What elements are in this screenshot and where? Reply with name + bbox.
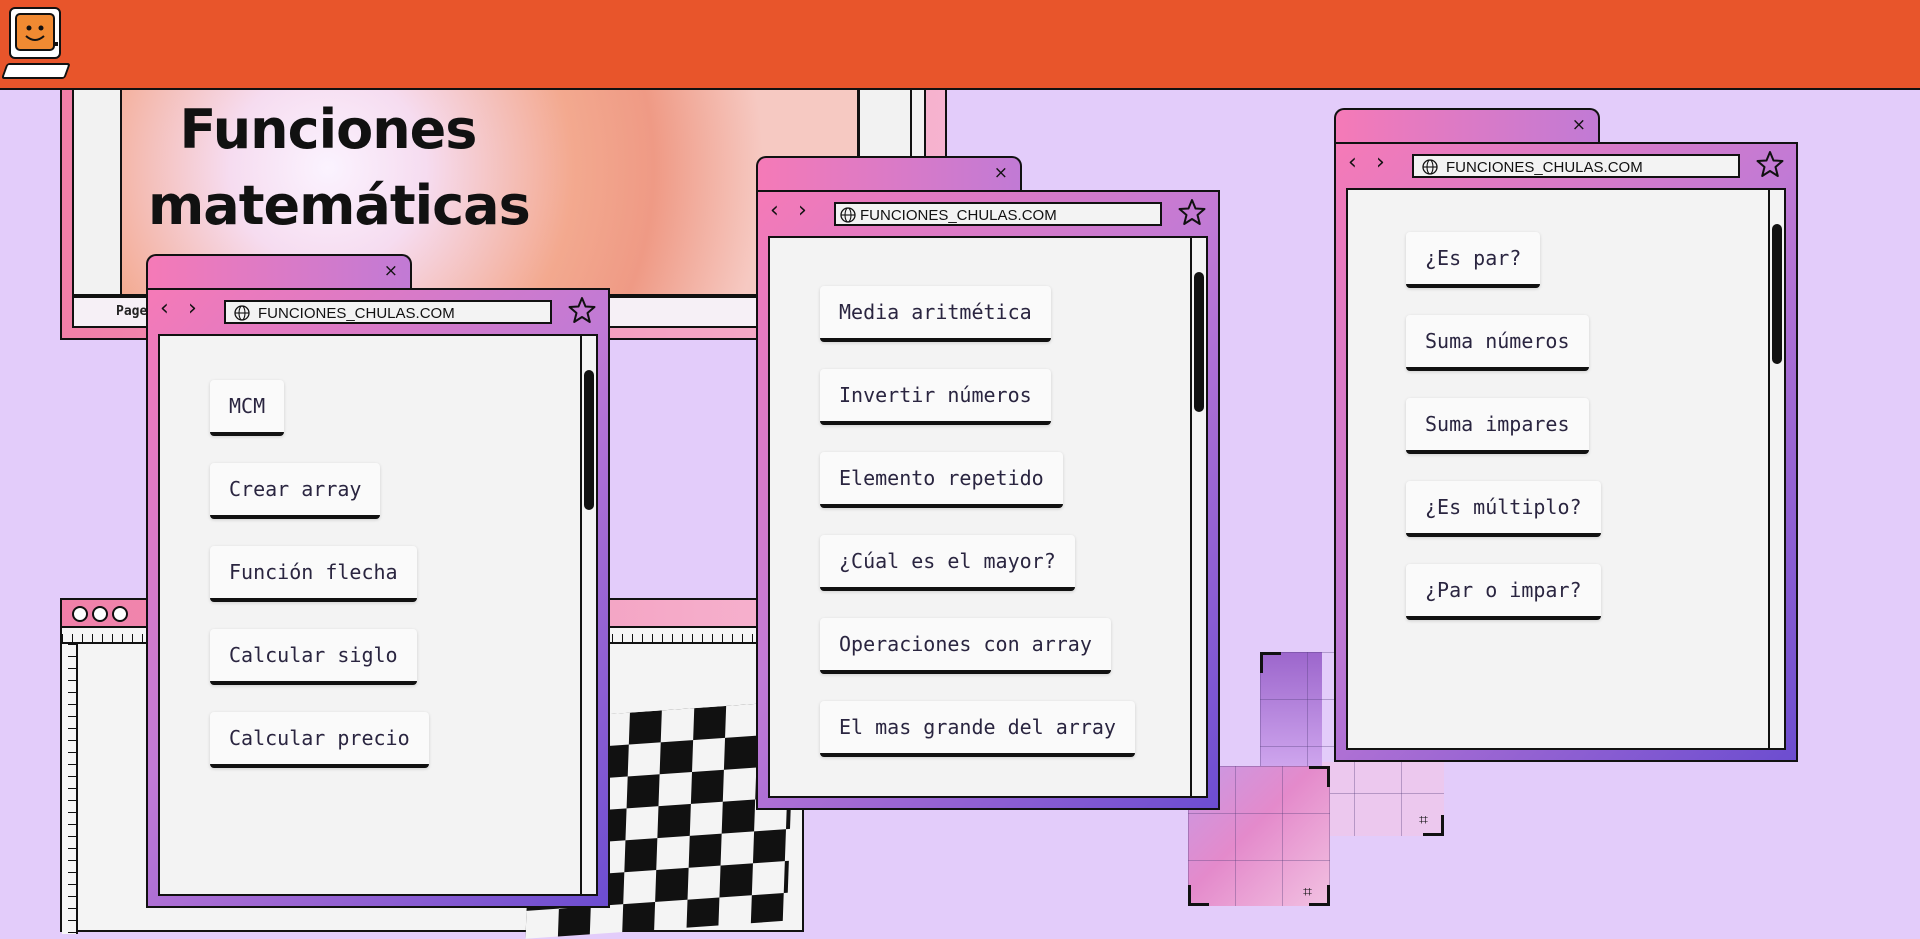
close-icon[interactable]: × [1572,115,1586,135]
chevron-right-icon[interactable]: › [1376,152,1385,174]
address-bar[interactable]: FUNCIONES_CHULAS.COM [224,300,552,324]
address-bar[interactable]: FUNCIONES_CHULAS.COM [1412,154,1740,178]
star-icon[interactable] [1756,150,1784,178]
function-button[interactable]: Invertir números [820,369,1051,425]
page-title-line: matemáticas [148,174,531,237]
window-frame: ‹ › FUNCIONES_CHULAS.COM MCM Crear array… [146,288,610,908]
crop-icon[interactable]: ⌗ [1419,810,1428,830]
function-button[interactable]: ¿Es múltiplo? [1406,481,1601,537]
scrollbar[interactable] [1190,238,1206,796]
window-content: MCM Crear array Función flecha Calcular … [158,334,598,896]
scrollbar[interactable] [1768,190,1784,748]
function-button[interactable]: Función flecha [210,546,417,602]
page-label: Page [116,304,148,319]
scrollbar-thumb[interactable] [584,370,594,510]
crop-corner[interactable] [1260,652,1281,673]
browser-window-2: × ‹ › FUNCIONES_CHULAS.COM Media aritmét… [756,156,1220,810]
window-tab: × [756,156,1022,194]
function-button[interactable]: MCM [210,380,285,436]
function-button[interactable]: Elemento repetido [820,452,1063,508]
function-button[interactable]: Crear array [210,463,381,519]
url-text: FUNCIONES_CHULAS.COM [860,207,1057,224]
window-tab: × [1334,108,1600,146]
window-dot-icon [112,606,128,622]
window-frame: ‹ › FUNCIONES_CHULAS.COM ¿Es par? Suma n… [1334,142,1798,762]
function-button[interactable]: Suma impares [1406,398,1589,454]
function-button[interactable]: El mas grande del array [820,701,1135,757]
close-icon[interactable]: × [384,261,398,281]
window-content: Media aritmética Invertir números Elemen… [768,236,1208,798]
function-button[interactable]: Media aritmética [820,286,1051,342]
chevron-right-icon[interactable]: › [798,200,807,222]
scrollbar[interactable] [580,336,596,894]
address-bar[interactable]: FUNCIONES_CHULAS.COM [834,202,1162,226]
browser-nav-bar: ‹ › FUNCIONES_CHULAS.COM [156,296,600,326]
globe-icon [1422,159,1438,175]
crop-corner[interactable] [1188,885,1209,906]
crop-corner[interactable] [1309,766,1330,787]
function-button[interactable]: ¿Es par? [1406,232,1541,288]
window-dot-icon [92,606,108,622]
url-text: FUNCIONES_CHULAS.COM [258,305,455,322]
function-button[interactable]: Operaciones con array [820,618,1111,674]
function-button[interactable]: Calcular siglo [210,629,417,685]
chevron-left-icon[interactable]: ‹ [160,298,169,320]
function-button[interactable]: Suma números [1406,315,1589,371]
browser-nav-bar: ‹ › FUNCIONES_CHULAS.COM [766,198,1210,228]
window-frame: ‹ › FUNCIONES_CHULAS.COM Media aritmétic… [756,190,1220,810]
function-button[interactable]: ¿Cúal es el mayor? [820,535,1075,591]
chevron-left-icon[interactable]: ‹ [770,200,779,222]
window-tab: × [146,254,412,292]
page-title-line: Funciones [179,98,478,161]
window-content: ¿Es par? Suma números Suma impares ¿Es m… [1346,188,1786,750]
page-title: Funciones matemáticas [148,92,531,244]
url-text: FUNCIONES_CHULAS.COM [1446,159,1643,176]
top-bar [0,0,1920,90]
globe-icon [840,207,856,223]
star-icon[interactable] [568,296,596,324]
globe-icon [234,305,250,321]
retro-computer-smiley-icon[interactable] [2,2,76,80]
scrollbar-thumb[interactable] [1772,224,1782,364]
star-icon[interactable] [1178,198,1206,226]
crop-icon[interactable]: ⌗ [1303,882,1312,902]
window-dot-icon [72,606,88,622]
browser-window-3: × ‹ › FUNCIONES_CHULAS.COM ¿Es par? Suma… [1334,108,1798,762]
scrollbar-thumb[interactable] [1194,272,1204,412]
vertical-ruler [62,644,78,934]
browser-window-1: × ‹ › FUNCIONES_CHULAS.COM MCM Crear arr… [146,254,610,908]
browser-nav-bar: ‹ › FUNCIONES_CHULAS.COM [1344,150,1788,180]
chevron-right-icon[interactable]: › [188,298,197,320]
chevron-left-icon[interactable]: ‹ [1348,152,1357,174]
close-icon[interactable]: × [994,163,1008,183]
crop-corner[interactable] [1309,885,1330,906]
function-button[interactable]: Calcular precio [210,712,429,768]
function-button[interactable]: ¿Par o impar? [1406,564,1601,620]
